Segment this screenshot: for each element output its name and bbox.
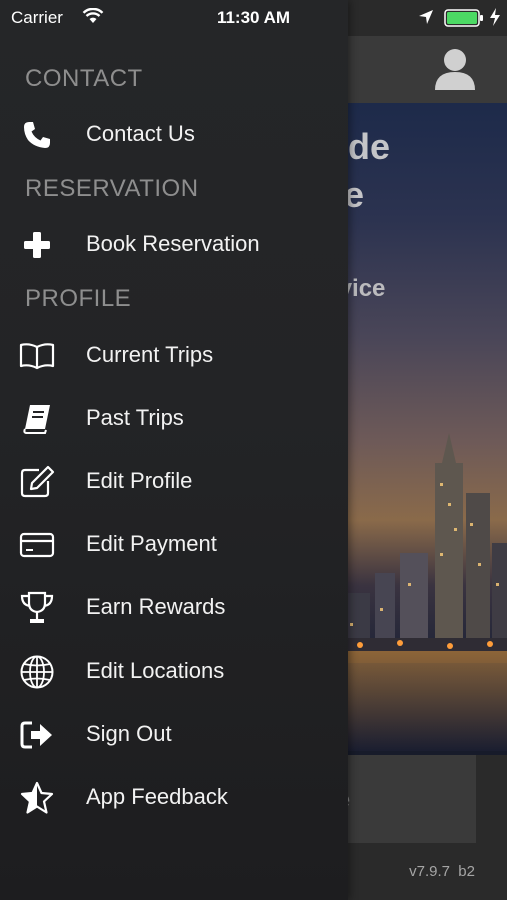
battery-icon [444,9,484,32]
location-arrow-icon [418,9,434,30]
menu-item-label: Current Trips [86,342,214,367]
menu-item-past-trips[interactable]: Past Trips [0,391,348,447]
menu-item-edit-profile[interactable]: Edit Profile [0,454,348,510]
menu-item-current-trips[interactable]: Current Trips [0,328,348,384]
status-bar: Carrier 11:30 AM [0,0,507,36]
menu-item-edit-locations[interactable]: Edit Locations [0,644,348,700]
menu-item-contact-us[interactable]: Contact Us [0,107,348,163]
menu-item-label: Contact Us [86,121,195,146]
sign-out-icon [18,717,56,753]
menu-item-label: Edit Payment [86,531,217,556]
water-reflection [340,651,507,751]
menu-item-edit-payment[interactable]: Edit Payment [0,517,348,573]
closed-book-icon [18,401,56,437]
edit-icon [18,464,56,500]
section-header-reservation: RESERVATION [25,175,199,202]
menu-item-book-reservation[interactable]: Book Reservation [0,217,348,273]
menu-item-label: App Feedback [86,784,228,809]
open-book-icon [18,338,56,374]
section-header-contact: CONTACT [25,65,143,92]
version-label: v7.9.7 b2 [409,863,475,880]
menu-item-label: Edit Profile [86,468,193,493]
phone-icon [18,117,56,153]
credit-card-icon [18,527,56,563]
menu-item-label: Sign Out [86,721,172,746]
star-icon [18,780,56,816]
trophy-icon [18,590,56,626]
plus-icon [18,227,56,263]
menu-item-label: Past Trips [86,405,184,430]
city-skyline-icon [330,433,507,663]
menu-item-app-feedback[interactable]: App Feedback [0,770,348,826]
menu-item-label: Earn Rewards [86,594,226,619]
globe-icon [18,654,56,690]
menu-item-sign-out[interactable]: Sign Out [0,707,348,763]
menu-item-label: Book Reservation [86,231,260,256]
menu-item-label: Edit Locations [86,658,225,683]
section-header-profile: PROFILE [25,285,132,312]
profile-icon[interactable] [433,46,477,92]
charging-bolt-icon [489,7,501,32]
side-menu: CONTACT Contact Us RESERVATION Book Rese… [0,0,348,900]
menu-item-earn-rewards[interactable]: Earn Rewards [0,580,348,636]
